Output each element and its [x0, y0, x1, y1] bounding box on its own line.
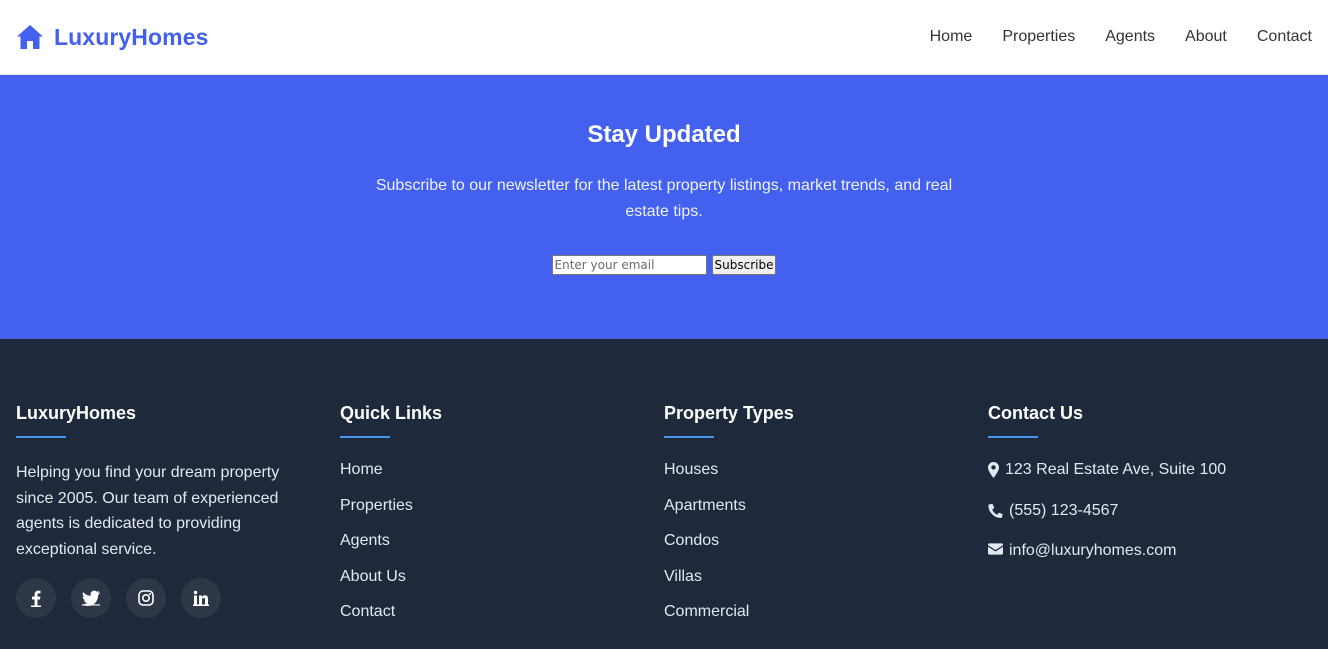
contact-title: Contact Us [988, 403, 1084, 423]
phone-icon [988, 503, 1003, 518]
email-input[interactable] [551, 255, 707, 275]
footer-contact: Contact Us 123 Real Estate Ave, Suite 10… [988, 403, 1312, 649]
contact-email: info@luxuryhomes.com [988, 541, 1312, 582]
quick-link-properties[interactable]: Properties [340, 496, 664, 532]
contact-address-text: 123 Real Estate Ave, Suite 100 [1005, 461, 1227, 478]
quick-links-title: Quick Links [340, 403, 443, 423]
brand-logo[interactable]: LuxuryHomes [16, 24, 208, 51]
footer-property-types: Property Types Houses Apartments Condos … [664, 403, 988, 649]
newsletter-title: Stay Updated [587, 121, 741, 148]
footer-about: LuxuryHomes Helping you find your dream … [16, 403, 340, 649]
footer-about-title: LuxuryHomes [16, 403, 137, 423]
footer-about-underline [16, 436, 66, 438]
property-types-list: Houses Apartments Condos Villas Commerci… [664, 460, 988, 638]
site-footer: LuxuryHomes Helping you find your dream … [0, 339, 1328, 649]
linkedin-icon [193, 590, 209, 606]
twitter-icon [82, 590, 100, 606]
property-type-commercial[interactable]: Commercial [664, 602, 988, 638]
quick-link-agents[interactable]: Agents [340, 531, 664, 567]
quick-link-about-us[interactable]: About Us [340, 567, 664, 603]
property-type-villas[interactable]: Villas [664, 567, 988, 603]
instagram-button[interactable] [126, 578, 166, 618]
contact-phone: (555) 123-4567 [988, 501, 1312, 542]
instagram-icon [138, 590, 154, 606]
contact-address: 123 Real Estate Ave, Suite 100 [988, 460, 1312, 501]
facebook-button[interactable] [16, 578, 56, 618]
home-icon [17, 25, 43, 49]
contact-underline [988, 436, 1038, 438]
nav-contact[interactable]: Contact [1257, 28, 1312, 46]
newsletter-description: Subscribe to our newsletter for the late… [375, 177, 953, 220]
quick-links-underline [340, 436, 390, 438]
quick-links-list: Home Properties Agents About Us Contact [340, 460, 664, 638]
contact-phone-text[interactable]: (555) 123-4567 [1009, 501, 1118, 521]
nav-home[interactable]: Home [930, 28, 973, 46]
footer-about-text: Helping you find your dream property sin… [16, 464, 280, 558]
social-links [16, 578, 340, 618]
contact-email-text[interactable]: info@luxuryhomes.com [1009, 541, 1176, 561]
quick-link-contact[interactable]: Contact [340, 602, 664, 638]
subscribe-button[interactable]: Subscribe [711, 255, 777, 275]
newsletter-section: Stay Updated Subscribe to our newsletter… [0, 75, 1328, 339]
property-type-houses[interactable]: Houses [664, 460, 988, 496]
quick-link-home[interactable]: Home [340, 460, 664, 496]
footer-quick-links: Quick Links Home Properties Agents About… [340, 403, 664, 649]
nav-about[interactable]: About [1185, 28, 1227, 46]
map-marker-icon [988, 462, 999, 478]
facebook-icon [31, 590, 41, 607]
nav-properties[interactable]: Properties [1002, 28, 1075, 46]
brand-name: LuxuryHomes [54, 23, 209, 50]
property-types-underline [664, 436, 714, 438]
property-type-condos[interactable]: Condos [664, 531, 988, 567]
linkedin-button[interactable] [181, 578, 221, 618]
main-nav: Home Properties Agents About Contact [930, 28, 1312, 46]
property-types-title: Property Types [664, 403, 794, 423]
subscribe-form: Subscribe [0, 255, 1328, 275]
envelope-icon [988, 543, 1003, 555]
site-header: LuxuryHomes Home Properties Agents About… [0, 0, 1328, 75]
nav-agents[interactable]: Agents [1105, 28, 1155, 46]
property-type-apartments[interactable]: Apartments [664, 496, 988, 532]
twitter-button[interactable] [71, 578, 111, 618]
